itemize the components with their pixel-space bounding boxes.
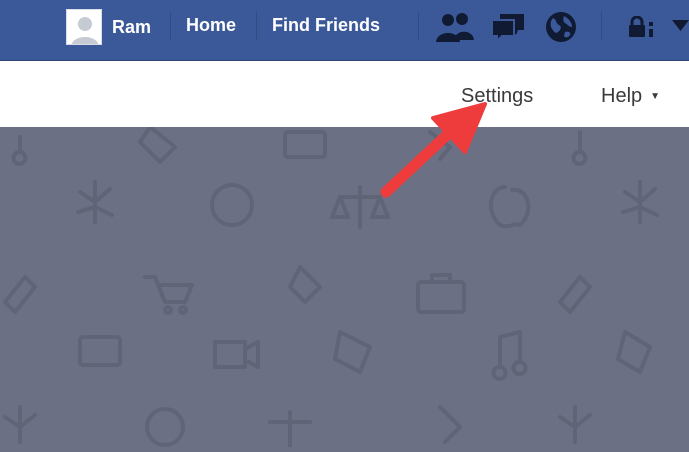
nav-divider: [601, 12, 602, 40]
book-icon: [288, 265, 322, 304]
privacy-lock-icon[interactable]: [628, 16, 658, 38]
thumb-icon: [438, 405, 462, 444]
film-icon: [78, 335, 122, 367]
palette-icon: [210, 183, 254, 227]
account-menu-caret-icon[interactable]: [672, 20, 689, 32]
tree-icon: [621, 180, 659, 224]
friend-requests-icon[interactable]: [436, 10, 474, 44]
profile-name: Ram: [112, 16, 152, 37]
background-pattern: [0, 125, 689, 449]
brush-icon: [558, 275, 592, 314]
thumb-icon: [428, 130, 452, 161]
find-friends-link[interactable]: Find Friends: [272, 15, 380, 36]
tree-icon: [558, 405, 592, 444]
video-camera-icon: [213, 340, 260, 369]
music-notes-icon: [491, 330, 528, 381]
nav-divider: [170, 12, 171, 40]
home-link[interactable]: Home: [186, 15, 236, 36]
help-dropdown-caret-icon: ▼: [650, 91, 661, 102]
palette-icon: [145, 407, 185, 447]
tree-icon: [76, 180, 114, 224]
notifications-globe-icon[interactable]: [544, 10, 578, 44]
briefcase-icon: [416, 280, 466, 314]
secondary-navigation-bar: Settings Help ▼: [0, 61, 689, 127]
notebook-icon: [616, 330, 652, 374]
apple-icon: [489, 185, 531, 229]
notebook-icon: [333, 330, 372, 374]
scales-icon: [330, 185, 390, 229]
scales-icon: [268, 410, 312, 449]
help-menu[interactable]: Help ▼: [601, 85, 660, 108]
camera-icon: [283, 130, 327, 159]
nav-divider: [256, 12, 257, 40]
nav-divider: [418, 12, 419, 40]
default-avatar-icon: [67, 10, 101, 44]
tree-icon: [3, 405, 37, 444]
music-note-icon: [11, 135, 28, 166]
profile-link[interactable]: Ram: [66, 8, 151, 46]
avatar: [66, 9, 102, 45]
cart-icon: [143, 275, 194, 304]
thumb-icon: [138, 125, 177, 164]
top-navigation-bar: Ram Home Find Friends: [0, 0, 689, 61]
music-note-icon: [571, 130, 588, 166]
messages-icon[interactable]: [490, 10, 526, 44]
help-label: Help: [601, 85, 643, 107]
brush-icon: [3, 275, 37, 314]
settings-link[interactable]: Settings: [461, 85, 533, 108]
background-icons: [3, 125, 659, 449]
